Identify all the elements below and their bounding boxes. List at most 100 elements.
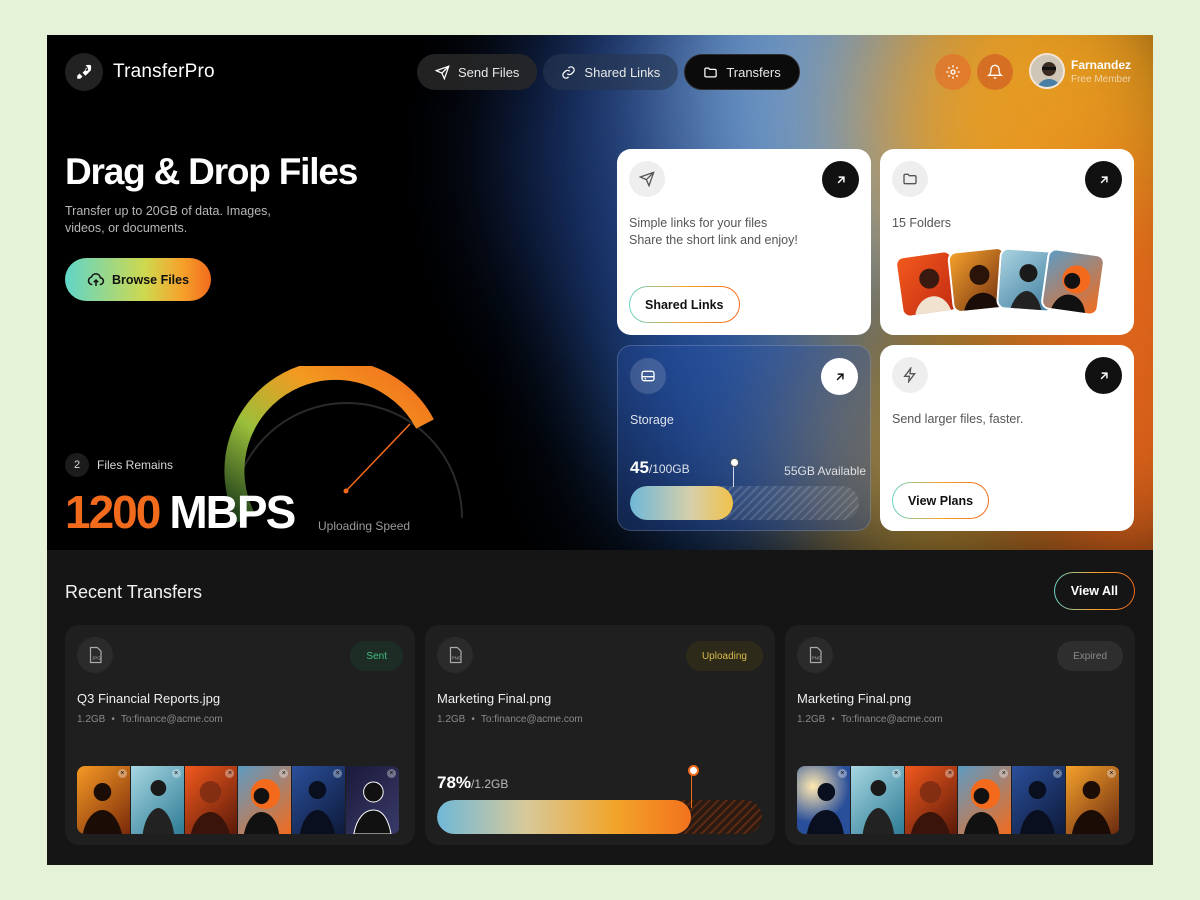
- folder-icon: [704, 67, 718, 77]
- status-badge: Expired: [1057, 641, 1123, 671]
- nav-label: Shared Links: [584, 64, 661, 80]
- arrow-up-right-icon[interactable]: [1085, 161, 1122, 198]
- nav-label: Send Files: [458, 64, 520, 80]
- app-window: TransferPro Send Files Shared Links Tran…: [47, 35, 1153, 865]
- settings-button[interactable]: [935, 54, 971, 90]
- arrow-up-right-icon[interactable]: [821, 358, 858, 395]
- file-thumbnails: × × × × × ×: [77, 766, 400, 834]
- thumbnail[interactable]: ×: [238, 766, 293, 834]
- file-recipient: To:finance@acme.com: [120, 714, 223, 725]
- nav-send-files[interactable]: Send Files: [417, 54, 538, 90]
- file-size: 1.2GB: [437, 714, 466, 725]
- transfer-card[interactable]: JPG Sent Q3 Financial Reports.jpg 1.2GB •…: [65, 625, 415, 845]
- shared-links-card: Simple links for your files Share the sh…: [617, 149, 871, 335]
- main-nav: Send Files Shared Links Transfers: [417, 54, 800, 90]
- shared-line-2: Share the short link and enjoy!: [629, 233, 798, 247]
- storage-used-value: 45: [630, 458, 649, 477]
- transfer-card[interactable]: PNG Expired Marketing Final.png 1.2GB • To…: [785, 625, 1135, 845]
- view-plans-button[interactable]: View Plans: [892, 482, 989, 519]
- file-name: Marketing Final.png: [437, 691, 552, 706]
- folder-icon: [892, 161, 928, 197]
- speed-unit: MBPS: [169, 486, 296, 538]
- jpg-file-icon: JPG: [77, 637, 113, 673]
- thumbnail[interactable]: ×: [184, 766, 239, 834]
- thumbnail[interactable]: ×: [1066, 766, 1120, 834]
- png-file-icon: PNG: [437, 637, 473, 673]
- thumbnail[interactable]: ×: [346, 766, 400, 834]
- nav-transfers[interactable]: Transfers: [684, 54, 800, 90]
- cloud-upload-icon: [87, 272, 105, 286]
- speed-value: 1200: [65, 486, 161, 538]
- storage-marker: [730, 458, 740, 487]
- shared-links-button[interactable]: Shared Links: [629, 286, 740, 323]
- app-name: TransferPro: [113, 61, 215, 82]
- thumbnail[interactable]: ×: [130, 766, 185, 834]
- link-icon: [562, 65, 576, 79]
- avatar: [1028, 53, 1065, 89]
- shared-line-1: Simple links for your files: [629, 216, 768, 230]
- file-name: Marketing Final.png: [797, 691, 912, 706]
- send-icon: [435, 64, 450, 80]
- storage-total: /100GB: [648, 462, 690, 476]
- logo[interactable]: TransferPro: [65, 53, 215, 91]
- nav-shared-links[interactable]: Shared Links: [543, 54, 679, 90]
- files-remaining-count: 2: [65, 453, 89, 477]
- top-bar: TransferPro Send Files Shared Links Tran…: [65, 53, 1135, 93]
- upload-speed: 1200 MBPS: [65, 485, 296, 539]
- thumbnail[interactable]: ×: [77, 766, 131, 834]
- hero-section: TransferPro Send Files Shared Links Tran…: [47, 35, 1153, 550]
- thumbnail[interactable]: ×: [797, 766, 851, 834]
- rocket-icon: [65, 53, 103, 91]
- files-remaining-label: Files Remains: [97, 458, 174, 472]
- nav-label: Transfers: [726, 64, 781, 80]
- upload-percent: 78%: [437, 773, 472, 792]
- storage-bar-fill: [630, 486, 734, 520]
- user-profile[interactable]: Farnandez Free Member: [1028, 53, 1131, 89]
- gauge-needle: [345, 423, 411, 492]
- folder-thumbnails: [893, 245, 1108, 325]
- png-file-icon: PNG: [797, 637, 833, 673]
- gear-icon: [946, 65, 960, 79]
- folders-card: 15 Folders: [880, 149, 1134, 335]
- lightning-icon: [892, 357, 928, 393]
- section-title: Recent Transfers: [65, 582, 203, 602]
- upload-progress-text: 78%/1.2GB: [437, 773, 508, 793]
- plans-text: Send larger files, faster.: [892, 412, 1024, 426]
- plans-card: Send larger files, faster. View Plans: [880, 345, 1134, 531]
- storage-available: 55GB Available: [784, 464, 866, 478]
- folder-thumb: [1039, 247, 1107, 317]
- upload-progress-bar: [437, 800, 762, 834]
- hard-drive-icon: [630, 358, 666, 394]
- browse-files-button[interactable]: Browse Files: [65, 258, 211, 301]
- upload-total: /1.2GB: [471, 777, 509, 791]
- thumbnail[interactable]: ×: [292, 766, 347, 834]
- file-size: 1.2GB: [77, 714, 106, 725]
- file-recipient: To:finance@acme.com: [840, 714, 943, 725]
- upload-progress-fill: [437, 800, 691, 834]
- storage-label: Storage: [630, 413, 674, 427]
- file-meta: 1.2GB • To:finance@acme.com: [77, 714, 223, 725]
- notifications-button[interactable]: [977, 54, 1013, 90]
- storage-used: 45/100GB: [630, 458, 690, 478]
- thumbnail[interactable]: ×: [850, 766, 905, 834]
- svg-text:JPG: JPG: [92, 656, 101, 661]
- view-all-button[interactable]: View All: [1054, 572, 1135, 610]
- storage-card: Storage 45/100GB 55GB Available: [617, 345, 871, 531]
- file-size: 1.2GB: [797, 714, 826, 725]
- file-name: Q3 Financial Reports.jpg: [77, 691, 221, 706]
- bell-icon: [987, 64, 1003, 79]
- thumbnail[interactable]: ×: [958, 766, 1013, 834]
- file-meta: 1.2GB • To:finance@acme.com: [437, 714, 583, 725]
- thumbnail[interactable]: ×: [1012, 766, 1067, 834]
- browse-label: Browse Files: [111, 272, 190, 287]
- hero-subtitle: Transfer up to 20GB of data. Images, vid…: [65, 204, 271, 235]
- shared-links-text: Simple links for your files Share the sh…: [629, 215, 798, 249]
- file-meta: 1.2GB • To:finance@acme.com: [797, 714, 943, 725]
- storage-bar: [630, 486, 859, 520]
- send-icon: [629, 161, 665, 197]
- thumbnail[interactable]: ×: [904, 766, 959, 834]
- arrow-up-right-icon[interactable]: [1085, 357, 1122, 394]
- transfer-card[interactable]: PNG Uploading Marketing Final.png 1.2GB •…: [425, 625, 775, 845]
- status-badge: Uploading: [685, 641, 763, 671]
- arrow-up-right-icon[interactable]: [822, 161, 859, 198]
